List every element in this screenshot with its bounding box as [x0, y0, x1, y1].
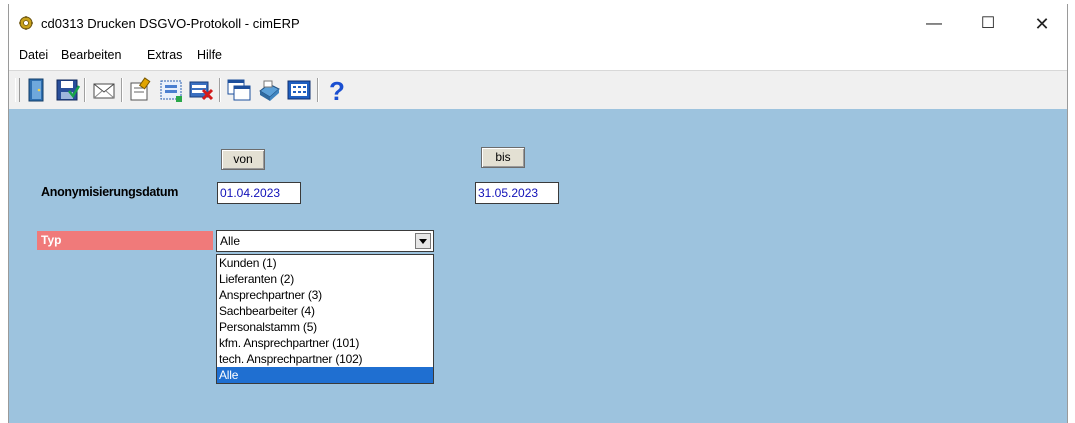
- typ-option[interactable]: Lieferanten (2): [217, 271, 433, 287]
- typ-option[interactable]: Sachbearbeiter (4): [217, 303, 433, 319]
- toolbar-separator: [219, 78, 221, 102]
- exit-door-icon[interactable]: [23, 76, 51, 104]
- app-gear-icon: [19, 16, 33, 30]
- edit-form-icon[interactable]: [127, 76, 155, 104]
- toolbar-separator: [317, 78, 319, 102]
- minimize-button[interactable]: —: [911, 4, 957, 44]
- typ-option[interactable]: Ansprechpartner (3): [217, 287, 433, 303]
- save-icon[interactable]: [53, 76, 81, 104]
- svg-text:?: ?: [329, 76, 345, 104]
- help-icon[interactable]: ?: [323, 76, 351, 104]
- typ-combobox-value: Alle: [220, 234, 241, 248]
- app-window: cd0313 Drucken DSGVO-Protokoll - cimERP …: [8, 4, 1068, 423]
- menu-datei[interactable]: Datei: [19, 48, 48, 62]
- print-icon[interactable]: [255, 76, 283, 104]
- date-to-field[interactable]: 31.05.2023: [475, 182, 559, 204]
- select-area-icon[interactable]: [157, 76, 185, 104]
- von-button[interactable]: von: [221, 149, 265, 170]
- toolbar-grip: [15, 78, 20, 102]
- menu-hilfe[interactable]: Hilfe: [197, 48, 222, 62]
- calculator-icon[interactable]: [285, 76, 313, 104]
- toolbar-separator: [84, 78, 86, 102]
- title-bar: cd0313 Drucken DSGVO-Protokoll - cimERP …: [9, 4, 1067, 44]
- typ-dropdown-list: Kunden (1) Lieferanten (2) Ansprechpartner…: [216, 254, 434, 384]
- close-button[interactable]: ✕: [1019, 4, 1065, 44]
- maximize-button[interactable]: ☐: [965, 4, 1011, 44]
- delete-record-icon[interactable]: [187, 76, 215, 104]
- bis-button[interactable]: bis: [481, 147, 525, 168]
- typ-label: Typ: [37, 231, 213, 250]
- typ-option[interactable]: kfm. Ansprechpartner (101): [217, 335, 433, 351]
- anonymisierungsdatum-label: Anonymisierungsdatum: [41, 185, 179, 199]
- toolbar: ?: [9, 70, 1067, 110]
- date-from-field[interactable]: 01.04.2023: [217, 182, 301, 204]
- typ-option[interactable]: Personalstamm (5): [217, 319, 433, 335]
- chevron-down-icon[interactable]: [415, 233, 431, 249]
- form-area: von bis Anonymisierungsdatum 01.04.2023 …: [9, 109, 1067, 423]
- menu-extras[interactable]: Extras: [147, 48, 182, 62]
- toolbar-separator: [121, 78, 123, 102]
- typ-option[interactable]: tech. Ansprechpartner (102): [217, 351, 433, 367]
- typ-option[interactable]: Alle: [217, 367, 433, 383]
- mail-icon[interactable]: [90, 76, 118, 104]
- typ-option[interactable]: Kunden (1): [217, 255, 433, 271]
- windows-icon[interactable]: [225, 76, 253, 104]
- typ-combobox[interactable]: Alle: [216, 230, 434, 252]
- menu-bearbeiten[interactable]: Bearbeiten: [61, 48, 121, 62]
- menu-bar: Datei Bearbeiten Extras Hilfe: [9, 44, 1067, 68]
- window-title: cd0313 Drucken DSGVO-Protokoll - cimERP: [41, 16, 300, 31]
